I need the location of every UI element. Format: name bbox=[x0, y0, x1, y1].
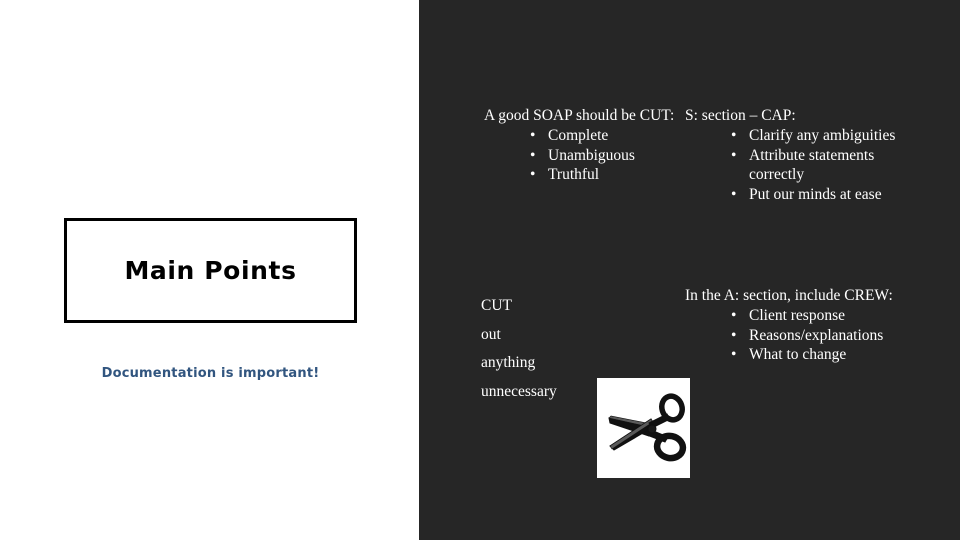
list-item-label: Attribute statements correctly bbox=[749, 146, 875, 184]
list-item-label: Clarify any ambiguities bbox=[749, 126, 896, 144]
scissors-image bbox=[597, 378, 690, 478]
list-item-label: Complete bbox=[548, 126, 609, 144]
list-item: • Reasons/explanations bbox=[731, 326, 907, 346]
bullet-icon: • bbox=[731, 126, 737, 144]
cap-lead-text: S: section – CAP: bbox=[685, 107, 796, 124]
bullet-icon: • bbox=[731, 186, 737, 204]
list-item-label: Reasons/explanations bbox=[749, 326, 884, 344]
page-title: Main Points bbox=[124, 256, 297, 285]
list-item-label: Truthful bbox=[548, 166, 600, 184]
slide-canvas: Main Points Documentation is important! … bbox=[0, 0, 960, 540]
title-box: Main Points bbox=[64, 218, 357, 323]
cut-out-line: out bbox=[481, 325, 501, 343]
bullet-icon: • bbox=[530, 166, 536, 184]
list-item: • Attribute statements correctly bbox=[731, 146, 905, 186]
column-soap: A good SOAP should be CUT: • Complete • … bbox=[484, 106, 684, 185]
scissors-icon bbox=[597, 378, 690, 478]
column-cut-out: CUT out anything unnecessary bbox=[481, 298, 601, 399]
crew-bullet-list: • Client response • Reasons/explanations… bbox=[685, 306, 907, 365]
list-item: • Truthful bbox=[530, 165, 684, 185]
list-item-label: Client response bbox=[749, 306, 845, 324]
list-item: • Put our minds at ease bbox=[731, 185, 905, 205]
list-item-label: What to change bbox=[749, 346, 847, 364]
cut-out-line: unnecessary bbox=[481, 382, 557, 400]
list-item: • What to change bbox=[731, 345, 907, 365]
cap-bullet-list: • Clarify any ambiguities • Attribute st… bbox=[685, 126, 905, 205]
list-item: • Client response bbox=[731, 306, 907, 326]
crew-lead-text: In the A: section, include CREW: bbox=[685, 287, 893, 304]
content-panel: A good SOAP should be CUT: • Complete • … bbox=[419, 0, 960, 540]
list-item-label: Unambiguous bbox=[548, 146, 635, 164]
bullet-icon: • bbox=[731, 306, 737, 324]
soap-lead-text: A good SOAP should be CUT: bbox=[484, 107, 675, 124]
bullet-icon: • bbox=[530, 126, 536, 144]
cut-out-line: anything bbox=[481, 354, 536, 371]
list-item: • Clarify any ambiguities bbox=[731, 126, 905, 146]
left-panel: Main Points Documentation is important! bbox=[0, 0, 419, 540]
subtitle-text: Documentation is important! bbox=[101, 366, 320, 381]
bullet-icon: • bbox=[530, 146, 536, 164]
bullet-icon: • bbox=[731, 326, 737, 344]
list-item: • Unambiguous bbox=[530, 146, 684, 166]
column-cap: S: section – CAP: • Clarify any ambiguit… bbox=[685, 106, 905, 205]
cut-out-line: CUT bbox=[481, 297, 512, 314]
list-item-label: Put our minds at ease bbox=[749, 186, 882, 204]
bullet-icon: • bbox=[731, 346, 737, 364]
bullet-icon: • bbox=[731, 146, 737, 164]
column-crew: In the A: section, include CREW: • Clien… bbox=[685, 286, 907, 365]
list-item: • Complete bbox=[530, 126, 684, 146]
soap-bullet-list: • Complete • Unambiguous • Truthful bbox=[484, 126, 684, 185]
